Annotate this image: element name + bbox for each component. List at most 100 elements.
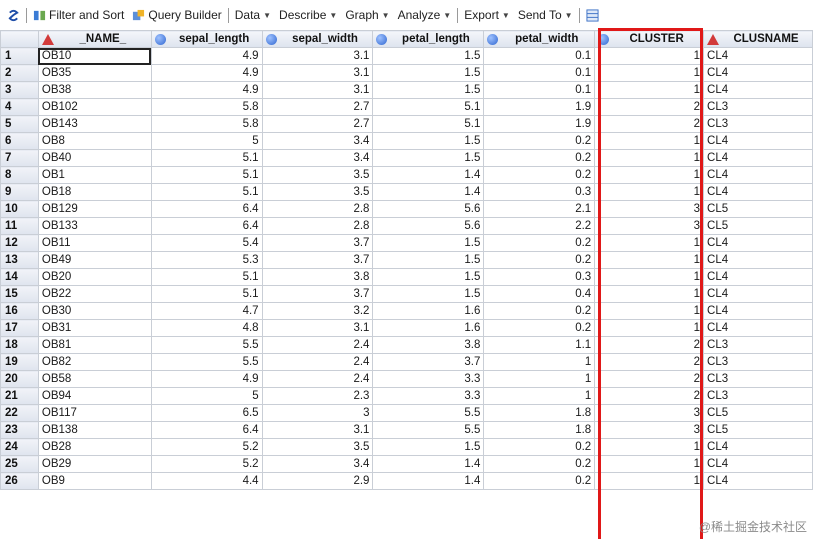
table-cell[interactable]: 1 [594, 285, 705, 303]
table-cell[interactable]: CL4 [703, 81, 813, 99]
table-cell[interactable]: OB11 [37, 234, 152, 252]
table-row[interactable]: 19 OB82 5.5 2.4 3.7 1 2 CL3 [0, 353, 813, 371]
table-cell[interactable]: 1 [594, 251, 705, 269]
table-cell[interactable]: 0.1 [483, 81, 596, 99]
table-cell[interactable]: 1.5 [372, 64, 485, 82]
row-number[interactable]: 6 [0, 132, 39, 150]
table-cell[interactable]: 3.7 [372, 353, 485, 371]
filter-and-sort-button[interactable]: Filter and Sort [29, 8, 128, 22]
table-cell[interactable]: CL3 [703, 387, 813, 405]
table-cell[interactable]: 5.5 [372, 421, 485, 439]
table-cell[interactable]: 5.1 [150, 285, 263, 303]
table-cell[interactable]: 3.7 [261, 234, 374, 252]
table-cell[interactable]: CL4 [703, 166, 813, 184]
table-row[interactable]: 23 OB138 6.4 3.1 5.5 1.8 3 CL5 [0, 421, 813, 439]
row-number[interactable]: 22 [0, 404, 39, 422]
table-row[interactable]: 21 OB94 5 2.3 3.3 1 2 CL3 [0, 387, 813, 405]
table-cell[interactable]: 2.4 [261, 370, 374, 388]
table-cell[interactable]: 3.8 [372, 336, 485, 354]
table-cell[interactable]: 5.5 [150, 353, 263, 371]
table-row[interactable]: 12 OB11 5.4 3.7 1.5 0.2 1 CL4 [0, 234, 813, 252]
table-cell[interactable]: 2 [594, 370, 705, 388]
table-cell[interactable]: 0.4 [483, 285, 596, 303]
table-cell[interactable]: CL3 [703, 353, 813, 371]
table-cell[interactable]: 1.5 [372, 132, 485, 150]
column-header-name[interactable]: _NAME_ [37, 30, 152, 48]
column-header-sepal-width[interactable]: sepal_width [261, 30, 374, 48]
table-cell[interactable]: 1.9 [483, 115, 596, 133]
table-cell[interactable]: OB81 [37, 336, 152, 354]
row-number[interactable]: 8 [0, 166, 39, 184]
describe-menu[interactable]: Describe ▼ [275, 8, 341, 22]
table-row[interactable]: 8 OB1 5.1 3.5 1.4 0.2 1 CL4 [0, 166, 813, 184]
table-cell[interactable]: 3.8 [261, 268, 374, 286]
table-cell[interactable]: 0.2 [483, 149, 596, 167]
table-row[interactable]: 24 OB28 5.2 3.5 1.5 0.2 1 CL4 [0, 438, 813, 456]
table-cell[interactable]: 2 [594, 387, 705, 405]
table-cell[interactable]: 0.3 [483, 183, 596, 201]
table-cell[interactable]: 2.8 [261, 217, 374, 235]
table-cell[interactable]: 3 [594, 404, 705, 422]
sas-logo-icon[interactable] [3, 9, 24, 22]
table-cell[interactable]: 2.7 [261, 115, 374, 133]
table-cell[interactable]: OB35 [37, 64, 152, 82]
table-row[interactable]: 3 OB38 4.9 3.1 1.5 0.1 1 CL4 [0, 81, 813, 99]
table-row[interactable]: 10 OB129 6.4 2.8 5.6 2.1 3 CL5 [0, 200, 813, 218]
table-row[interactable]: 1 OB10 4.9 3.1 1.5 0.1 1 CL4 [0, 47, 813, 65]
table-cell[interactable]: 1.5 [372, 268, 485, 286]
row-number[interactable]: 16 [0, 302, 39, 320]
table-cell[interactable]: 1.9 [483, 98, 596, 116]
table-row[interactable]: 20 OB58 4.9 2.4 3.3 1 2 CL3 [0, 370, 813, 388]
table-cell[interactable]: 0.2 [483, 438, 596, 456]
row-number[interactable]: 23 [0, 421, 39, 439]
row-number[interactable]: 13 [0, 251, 39, 269]
row-number[interactable]: 14 [0, 268, 39, 286]
table-cell[interactable]: 5.1 [150, 149, 263, 167]
table-cell[interactable]: 3.1 [261, 64, 374, 82]
row-number[interactable]: 7 [0, 149, 39, 167]
table-cell[interactable]: 1.8 [483, 421, 596, 439]
table-cell[interactable]: OB29 [37, 455, 152, 473]
table-cell[interactable]: 1.4 [372, 472, 485, 490]
table-cell[interactable]: 3.3 [372, 370, 485, 388]
table-cell[interactable]: 1.4 [372, 183, 485, 201]
table-cell[interactable]: CL4 [703, 302, 813, 320]
table-cell[interactable]: 1 [594, 455, 705, 473]
table-cell[interactable]: 1.5 [372, 47, 485, 65]
table-cell[interactable]: 1 [483, 387, 596, 405]
table-cell[interactable]: 2.1 [483, 200, 596, 218]
table-cell[interactable]: 4.9 [150, 64, 263, 82]
table-row[interactable]: 7 OB40 5.1 3.4 1.5 0.2 1 CL4 [0, 149, 813, 167]
table-cell[interactable]: 5.8 [150, 98, 263, 116]
table-row[interactable]: 2 OB35 4.9 3.1 1.5 0.1 1 CL4 [0, 64, 813, 82]
table-cell[interactable]: 3.2 [261, 302, 374, 320]
table-cell[interactable]: OB143 [37, 115, 152, 133]
table-cell[interactable]: 3.1 [261, 319, 374, 337]
table-cell[interactable]: OB133 [37, 217, 152, 235]
table-cell[interactable]: 3 [261, 404, 374, 422]
table-cell[interactable]: 1 [594, 132, 705, 150]
table-cell[interactable]: 5.8 [150, 115, 263, 133]
table-row[interactable]: 15 OB22 5.1 3.7 1.5 0.4 1 CL4 [0, 285, 813, 303]
table-cell[interactable]: CL5 [703, 217, 813, 235]
row-number[interactable]: 26 [0, 472, 39, 490]
table-row[interactable]: 6 OB8 5 3.4 1.5 0.2 1 CL4 [0, 132, 813, 150]
table-row[interactable]: 25 OB29 5.2 3.4 1.4 0.2 1 CL4 [0, 455, 813, 473]
table-cell[interactable]: 0.1 [483, 64, 596, 82]
row-number[interactable]: 25 [0, 455, 39, 473]
table-cell[interactable]: 0.2 [483, 166, 596, 184]
table-cell[interactable]: CL3 [703, 115, 813, 133]
table-cell[interactable]: CL3 [703, 336, 813, 354]
table-row[interactable]: 17 OB31 4.8 3.1 1.6 0.2 1 CL4 [0, 319, 813, 337]
table-row[interactable]: 18 OB81 5.5 2.4 3.8 1.1 2 CL3 [0, 336, 813, 354]
table-cell[interactable]: 1.5 [372, 234, 485, 252]
table-cell[interactable]: 2 [594, 353, 705, 371]
table-cell[interactable]: 1.6 [372, 319, 485, 337]
table-cell[interactable]: 5.1 [150, 183, 263, 201]
table-cell[interactable]: CL4 [703, 472, 813, 490]
table-cell[interactable]: 0.3 [483, 268, 596, 286]
table-cell[interactable]: CL4 [703, 132, 813, 150]
table-cell[interactable]: 2.3 [261, 387, 374, 405]
table-cell[interactable]: 1 [594, 438, 705, 456]
table-cell[interactable]: OB8 [37, 132, 152, 150]
